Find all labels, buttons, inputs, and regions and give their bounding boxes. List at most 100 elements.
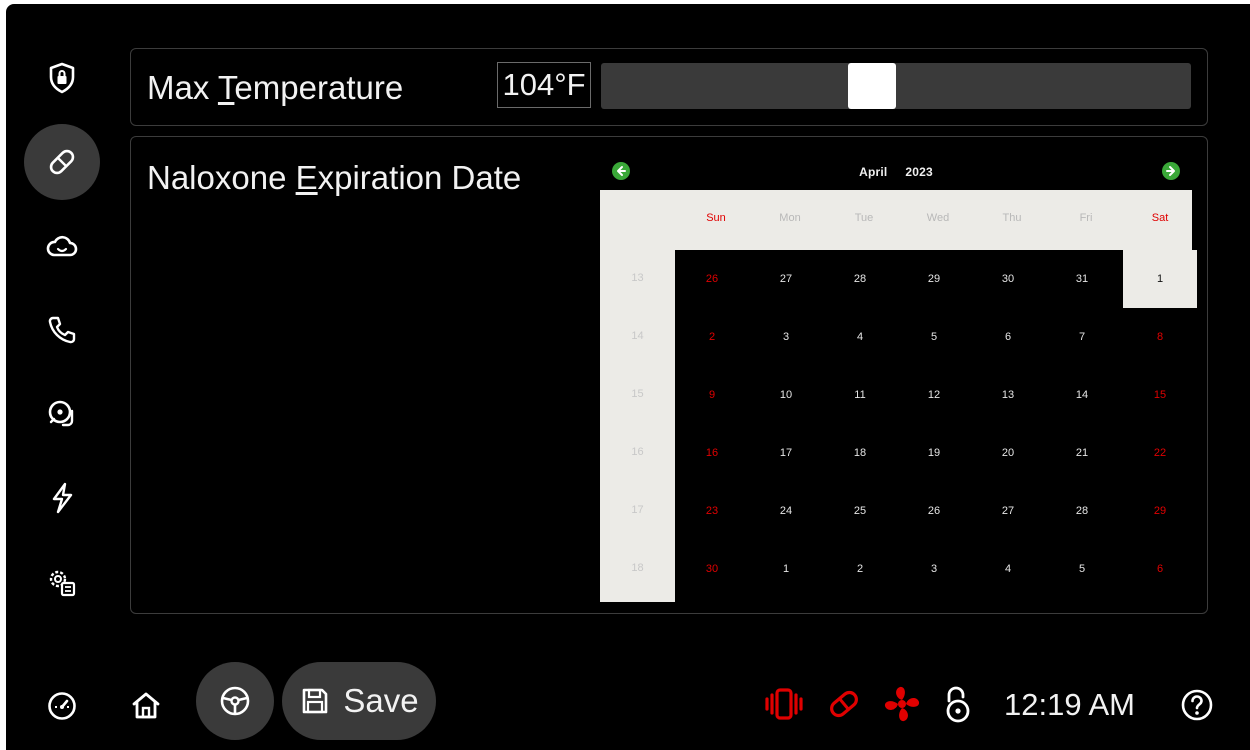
calendar-day[interactable]: 2 bbox=[675, 308, 749, 366]
calendar-day[interactable]: 30 bbox=[971, 250, 1045, 308]
calendar-day[interactable]: 21 bbox=[1045, 424, 1119, 482]
calendar-day[interactable]: 30 bbox=[675, 540, 749, 598]
naloxone-expiration-label: Naloxone Expiration Date bbox=[147, 159, 522, 196]
weekday-header-sun: Sun bbox=[706, 212, 726, 224]
phone-icon bbox=[48, 316, 76, 344]
home-button[interactable] bbox=[124, 684, 168, 728]
week-number: 16 bbox=[631, 446, 644, 458]
calendar-day[interactable]: 1 bbox=[749, 540, 823, 598]
sidebar-item-phone[interactable] bbox=[24, 292, 100, 368]
unlock-icon bbox=[946, 686, 970, 723]
calendar-day[interactable]: 26 bbox=[675, 250, 749, 308]
next-month-button[interactable] bbox=[1162, 162, 1180, 180]
calendar-day[interactable]: 19 bbox=[897, 424, 971, 482]
lightning-icon bbox=[52, 482, 73, 514]
save-label: Save bbox=[343, 682, 419, 719]
sidebar-item-cloud[interactable] bbox=[24, 208, 100, 284]
calendar-day[interactable]: 28 bbox=[1045, 482, 1119, 540]
week-number: 15 bbox=[631, 388, 644, 400]
max-temperature-panel: Max Temperature 104°F bbox=[130, 48, 1208, 126]
calendar-day[interactable]: 29 bbox=[1123, 482, 1197, 540]
weekday-header-fri: Fri bbox=[1079, 212, 1093, 224]
calendar-day[interactable]: 10 bbox=[749, 366, 823, 424]
pill-status-icon bbox=[830, 690, 858, 718]
calendar-day[interactable]: 24 bbox=[749, 482, 823, 540]
calendar-day[interactable]: 12 bbox=[897, 366, 971, 424]
calendar-day[interactable]: 28 bbox=[823, 250, 897, 308]
calendar-year[interactable]: 2023 bbox=[905, 165, 933, 179]
calendar-day[interactable]: 22 bbox=[1123, 424, 1197, 482]
calendar-day[interactable]: 11 bbox=[823, 366, 897, 424]
week-number-column bbox=[600, 250, 675, 602]
calendar-day[interactable]: 6 bbox=[1123, 540, 1197, 598]
steering-wheel-icon bbox=[220, 686, 250, 716]
calendar-day[interactable]: 31 bbox=[1045, 250, 1119, 308]
lock-status bbox=[938, 682, 978, 726]
calendar-day[interactable]: 25 bbox=[823, 482, 897, 540]
week-number: 18 bbox=[631, 562, 644, 574]
dashboard-button[interactable] bbox=[40, 684, 84, 728]
fan-icon bbox=[884, 686, 920, 722]
weekday-header-sat: Sat bbox=[1151, 212, 1169, 224]
help-button[interactable] bbox=[1176, 684, 1218, 726]
arrow-right-icon bbox=[1166, 166, 1175, 176]
floppy-disk-icon bbox=[303, 688, 328, 714]
calendar-day[interactable]: 5 bbox=[1045, 540, 1119, 598]
calendar-day[interactable]: 18 bbox=[823, 424, 897, 482]
calendar-day[interactable]: 29 bbox=[897, 250, 971, 308]
calendar-day[interactable]: 23 bbox=[675, 482, 749, 540]
calendar-day[interactable]: 16 bbox=[675, 424, 749, 482]
week-number: 13 bbox=[631, 272, 644, 284]
vibration-icon bbox=[765, 688, 803, 720]
calendar-day[interactable]: 27 bbox=[749, 250, 823, 308]
calendar-day[interactable]: 3 bbox=[897, 540, 971, 598]
calendar-day[interactable]: 27 bbox=[971, 482, 1045, 540]
temperature-slider-thumb[interactable] bbox=[848, 63, 896, 109]
calendar-day[interactable]: 26 bbox=[897, 482, 971, 540]
calendar-day[interactable]: 13 bbox=[971, 366, 1045, 424]
calendar-day[interactable]: 6 bbox=[971, 308, 1045, 366]
sidebar-item-security[interactable] bbox=[24, 40, 100, 116]
calendar-day[interactable]: 1 bbox=[1123, 250, 1197, 308]
help-icon bbox=[1181, 689, 1213, 721]
weekday-header-mon: Mon bbox=[779, 212, 801, 224]
calendar-day[interactable]: 2 bbox=[823, 540, 897, 598]
calendar-day[interactable]: 14 bbox=[1045, 366, 1119, 424]
calendar-day[interactable]: 7 bbox=[1045, 308, 1119, 366]
weekday-header-tue: Tue bbox=[854, 212, 874, 224]
speedometer-icon bbox=[48, 692, 76, 720]
vibration-status bbox=[764, 684, 804, 724]
sidebar-item-alarm[interactable] bbox=[24, 376, 100, 452]
app-screen: Max Temperature 104°F Naloxone Expiratio… bbox=[6, 4, 1250, 750]
week-number: 17 bbox=[631, 504, 644, 516]
sidebar-item-settings[interactable] bbox=[24, 544, 100, 620]
steering-button[interactable] bbox=[196, 662, 274, 740]
temperature-value-field[interactable]: 104°F bbox=[497, 62, 591, 108]
save-button[interactable]: Save bbox=[282, 662, 436, 740]
calendar-day[interactable]: 4 bbox=[823, 308, 897, 366]
calendar-header: April 2023 bbox=[600, 154, 1192, 190]
weekday-header-thu: Thu bbox=[1002, 212, 1022, 224]
calendar-day[interactable]: 3 bbox=[749, 308, 823, 366]
calendar-day[interactable]: 9 bbox=[675, 366, 749, 424]
calendar-day[interactable]: 5 bbox=[897, 308, 971, 366]
fan-status bbox=[880, 682, 924, 726]
temperature-slider[interactable] bbox=[601, 63, 1191, 109]
expiration-date-calendar: April 2023 Sun Mon Tue Wed Thu Fri Sat 13 14 15 16 1… bbox=[600, 154, 1197, 602]
weekday-header-wed: Wed bbox=[926, 212, 950, 224]
pill-status bbox=[824, 684, 864, 724]
home-icon bbox=[132, 692, 160, 719]
calendar-day[interactable]: 20 bbox=[971, 424, 1045, 482]
pill-icon bbox=[49, 149, 75, 175]
shield-lock-icon bbox=[49, 62, 75, 94]
settings-gears-icon bbox=[49, 570, 76, 597]
calendar-day[interactable]: 4 bbox=[971, 540, 1045, 598]
sidebar-item-medication[interactable] bbox=[24, 124, 100, 200]
calendar-month-select[interactable]: April bbox=[859, 165, 887, 179]
calendar-day[interactable]: 15 bbox=[1123, 366, 1197, 424]
calendar-day[interactable]: 17 bbox=[749, 424, 823, 482]
sidebar-item-power[interactable] bbox=[24, 460, 100, 536]
calendar-day[interactable]: 8 bbox=[1123, 308, 1197, 366]
cloud-icon bbox=[46, 235, 78, 257]
alarm-bell-icon bbox=[48, 400, 74, 427]
